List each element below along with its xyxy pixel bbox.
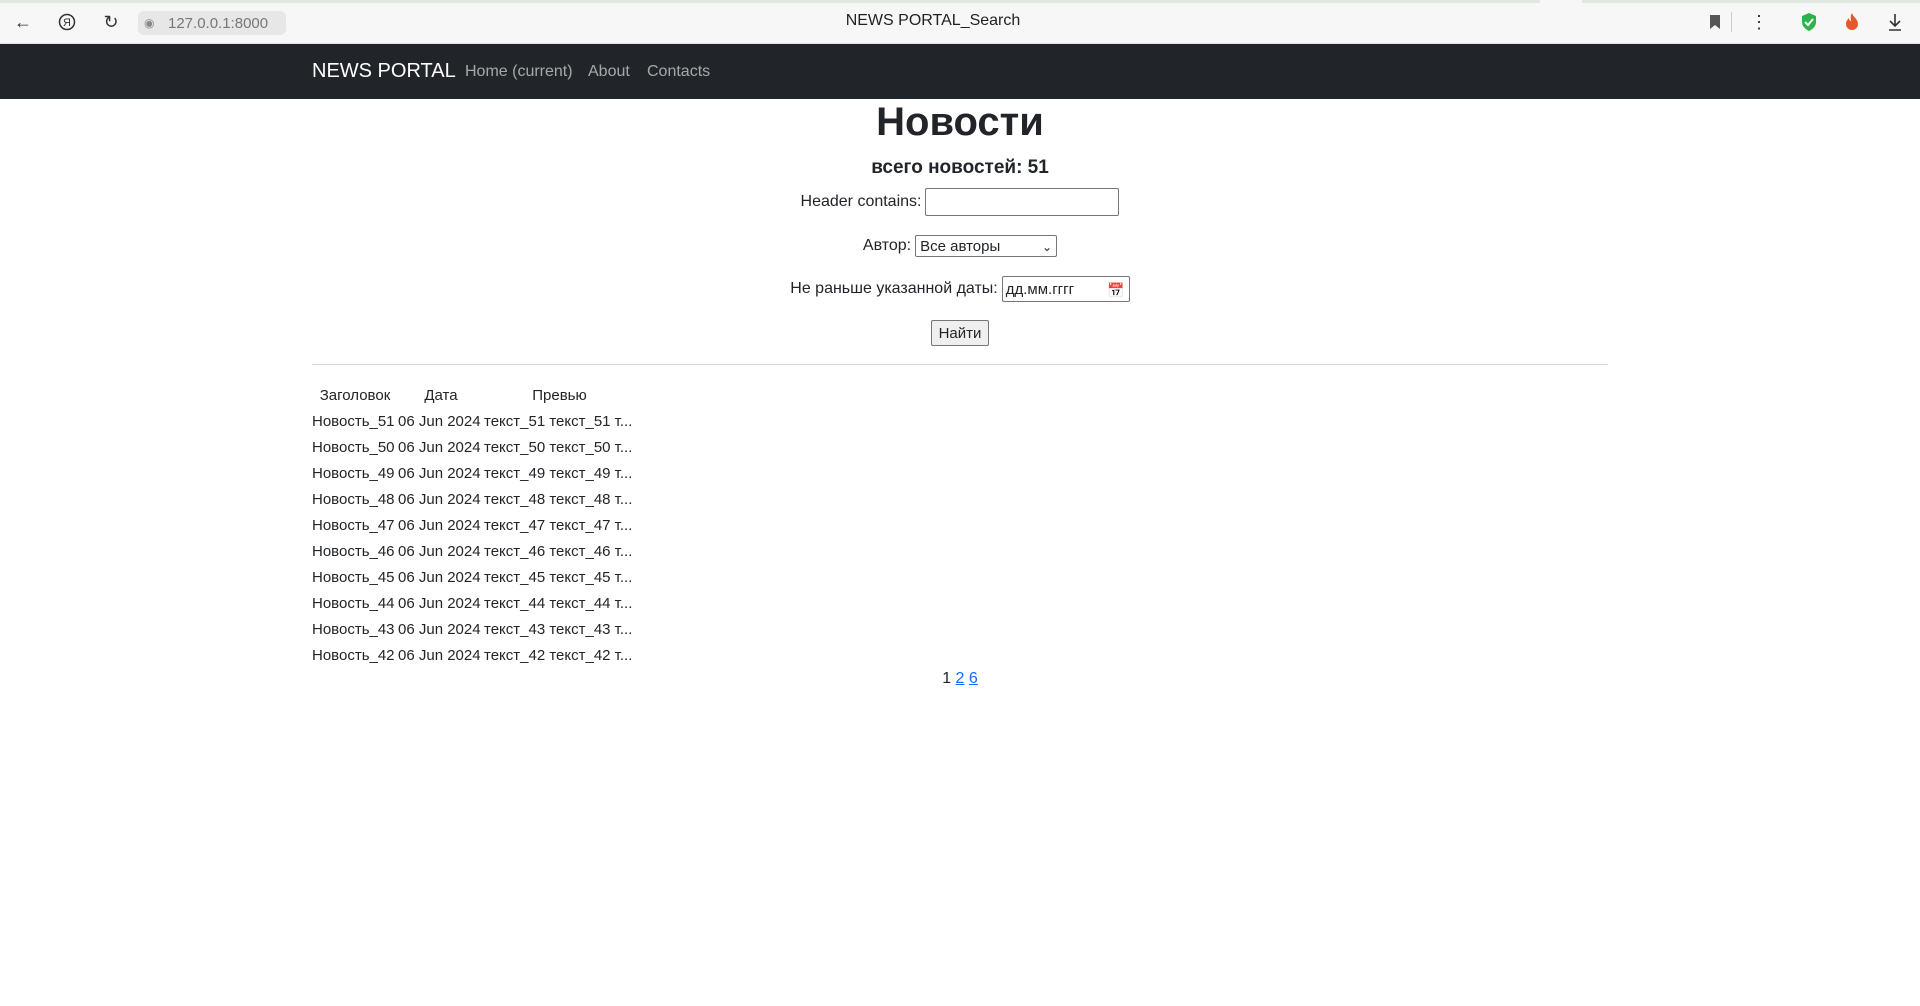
table-row: Новость_51 06 Jun 2024 текст_51 текст_51 т… [312, 408, 635, 434]
table-row: Новость_48 06 Jun 2024 текст_48 текст_48 т… [312, 486, 635, 512]
news-preview: текст_51 текст_51 т... [484, 412, 633, 430]
submit-row: Найти [0, 320, 1920, 346]
column-header-date: Дата [424, 386, 458, 404]
site-navbar: NEWS PORTAL Home (current) About Contact… [0, 44, 1920, 99]
divider [312, 364, 1608, 365]
table-row: Новость_42 06 Jun 2024 текст_42 текст_42 т… [312, 642, 635, 668]
nav-about[interactable]: About [588, 63, 630, 81]
news-date: 06 Jun 2024 [398, 594, 481, 612]
news-title: Новость_46 [312, 542, 395, 560]
page-title: Новости [876, 100, 1044, 144]
news-preview: текст_42 текст_42 т... [484, 646, 633, 664]
date-placeholder: дд.мм.гггг [1005, 281, 1075, 298]
news-title: Новость_45 [312, 568, 395, 586]
calendar-icon[interactable]: 📅 [1107, 277, 1124, 303]
nav-contacts[interactable]: Contacts [647, 63, 710, 81]
bookmark-icon[interactable] [1702, 9, 1728, 35]
page-link-last[interactable]: 6 [969, 670, 978, 687]
table-row: Новость_44 06 Jun 2024 текст_44 текст_44 т… [312, 590, 635, 616]
chevron-down-icon: ⌄ [1042, 240, 1053, 254]
shield-icon[interactable] [1796, 9, 1822, 35]
browser-toolbar: ← Я ↻ ◉ 127.0.0.1:8000 NEWS PORTAL_Searc… [0, 0, 1920, 44]
page-current: 1 [942, 670, 952, 687]
news-date: 06 Jun 2024 [398, 516, 481, 534]
news-title: Новость_43 [312, 620, 395, 638]
news-date: 06 Jun 2024 [398, 646, 481, 664]
news-date: 06 Jun 2024 [398, 490, 481, 508]
news-date: 06 Jun 2024 [398, 620, 481, 638]
brand-link[interactable]: NEWS PORTAL [312, 60, 456, 83]
download-icon[interactable] [1882, 9, 1908, 35]
header-filter-label: Header contains: [800, 193, 922, 210]
table-row: Новость_46 06 Jun 2024 текст_46 текст_46 т… [312, 538, 635, 564]
search-button[interactable]: Найти [930, 320, 990, 346]
table-row: Новость_45 06 Jun 2024 текст_45 текст_45 т… [312, 564, 635, 590]
news-title: Новость_42 [312, 646, 395, 664]
table-row: Новость_47 06 Jun 2024 текст_47 текст_47 т… [312, 512, 635, 538]
table-header-row: Заголовок Дата Превью [312, 382, 635, 408]
news-title: Новость_49 [312, 464, 395, 482]
news-date: 06 Jun 2024 [398, 438, 481, 456]
news-preview: текст_44 текст_44 т... [484, 594, 633, 612]
news-preview: текст_46 текст_46 т... [484, 542, 633, 560]
menu-dots-icon[interactable]: ⋮ [1746, 9, 1772, 35]
author-filter-row: Автор: Все авторы ⌄ [0, 235, 1920, 257]
news-preview: текст_50 текст_50 т... [484, 438, 633, 456]
news-date: 06 Jun 2024 [398, 542, 481, 560]
table-row: Новость_43 06 Jun 2024 текст_43 текст_43 т… [312, 616, 635, 642]
nav-home[interactable]: Home (current) [465, 63, 573, 81]
news-date: 06 Jun 2024 [398, 464, 481, 482]
header-filter-row: Header contains: [0, 188, 1920, 216]
author-select-value: Все авторы [920, 238, 1001, 255]
news-date: 06 Jun 2024 [398, 568, 481, 586]
page-link-2[interactable]: 2 [956, 670, 965, 687]
loading-indicator [0, 0, 1540, 3]
news-preview: текст_45 текст_45 т... [484, 568, 633, 586]
news-title: Новость_48 [312, 490, 395, 508]
news-preview: текст_47 текст_47 т... [484, 516, 633, 534]
news-date: 06 Jun 2024 [398, 412, 481, 430]
author-select[interactable]: Все авторы ⌄ [915, 235, 1058, 257]
news-title: Новость_51 [312, 412, 395, 430]
date-filter-row: Не раньше указанной даты: дд.мм.гггг 📅 [0, 276, 1920, 302]
date-filter-label: Не раньше указанной даты: [790, 280, 998, 297]
column-header-preview: Превью [532, 386, 587, 404]
table-row: Новость_50 06 Jun 2024 текст_50 текст_50 т… [312, 434, 635, 460]
news-table: Заголовок Дата Превью Новость_51 06 Jun 2… [312, 382, 635, 668]
news-preview: текст_48 текст_48 т... [484, 490, 633, 508]
toolbar-divider [1731, 12, 1732, 32]
news-preview: текст_43 текст_43 т... [484, 620, 633, 638]
news-count: всего новостей: 51 [871, 157, 1049, 178]
news-title: Новость_44 [312, 594, 395, 612]
date-input[interactable]: дд.мм.гггг 📅 [1001, 276, 1130, 303]
fire-icon[interactable] [1839, 9, 1865, 35]
news-title: Новость_50 [312, 438, 395, 456]
column-header-title: Заголовок [319, 386, 391, 404]
pagination: 1 2 6 [0, 670, 1920, 688]
news-preview: текст_49 текст_49 т... [484, 464, 633, 482]
tab-title: NEWS PORTAL_Search [845, 12, 1021, 29]
table-row: Новость_49 06 Jun 2024 текст_49 текст_49 т… [312, 460, 635, 486]
loading-indicator-end [1582, 0, 1920, 3]
news-title: Новость_47 [312, 516, 395, 534]
header-filter-input[interactable] [925, 188, 1120, 216]
author-filter-label: Автор: [862, 237, 912, 254]
